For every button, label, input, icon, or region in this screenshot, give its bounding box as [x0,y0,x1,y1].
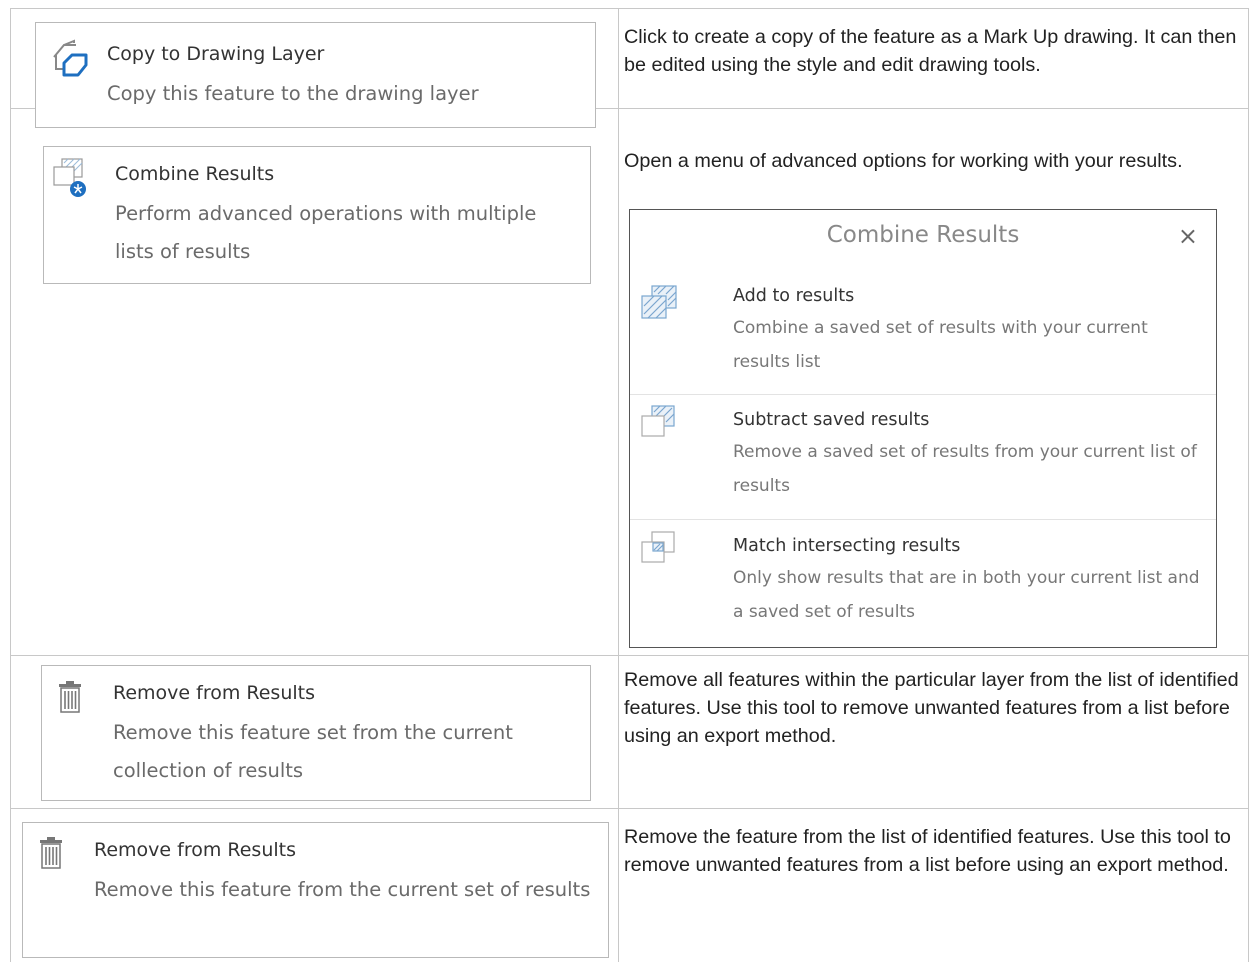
option-divider [630,394,1216,395]
grid-line-left [10,8,11,962]
option-title: Match intersecting results [733,536,961,556]
match-intersecting-results-option[interactable]: Match intersecting results Only show res… [630,530,1216,640]
grid-line-row4 [10,808,1249,809]
option-title: Add to results [733,286,855,306]
option-subtitle: Remove a saved set of results from your … [733,442,1197,496]
tool-title: Combine Results [115,163,275,185]
grid-line-top [10,8,1249,9]
add-to-results-option[interactable]: Add to results Combine a saved set of re… [630,280,1216,390]
description-combine-results: Open a menu of advanced options for work… [624,150,1183,172]
description-copy-to-drawing-layer: Click to create a copy of the feature as… [624,26,1237,76]
remove-feature-button[interactable]: Remove from Results Remove this feature … [22,822,609,958]
subtract-saved-results-option[interactable]: Subtract saved results Remove a saved se… [630,404,1216,514]
description-remove-feature: Remove the feature from the list of iden… [624,826,1231,876]
add-results-icon [640,284,680,329]
tool-title: Remove from Results [113,682,316,704]
trash-icon [58,681,82,718]
remove-feature-set-button[interactable]: Remove from Results Remove this feature … [41,665,591,801]
option-subtitle: Only show results that are in both your … [733,568,1200,622]
tool-subtitle: Remove this feature set from the current… [113,721,513,782]
combine-results-button[interactable]: Combine Results Perform advanced operati… [43,146,591,284]
grid-line-middle [618,8,619,962]
combine-results-dialog: Combine Results × Add to results Combine… [629,209,1217,648]
grid-line-row3 [10,655,1249,656]
copy-to-drawing-layer-button[interactable]: Copy to Drawing Layer Copy this feature … [35,22,596,128]
option-subtitle: Combine a saved set of results with your… [733,318,1148,372]
combine-results-icon [50,157,90,204]
tool-subtitle: Copy this feature to the drawing layer [107,82,479,105]
tool-subtitle: Perform advanced operations with multipl… [115,202,537,263]
intersect-results-icon [640,530,680,575]
copy-drawing-icon [50,39,90,84]
dialog-title: Combine Results [826,222,1020,248]
subtract-results-icon [640,404,680,449]
close-icon[interactable]: × [1178,222,1198,250]
tool-title: Remove from Results [94,839,297,861]
trash-icon [39,837,63,874]
tool-subtitle: Remove this feature from the current set… [94,878,591,901]
option-title: Subtract saved results [733,410,930,430]
option-divider [630,519,1216,520]
description-remove-feature-set: Remove all features within the particula… [624,669,1239,747]
tool-title: Copy to Drawing Layer [107,43,325,65]
